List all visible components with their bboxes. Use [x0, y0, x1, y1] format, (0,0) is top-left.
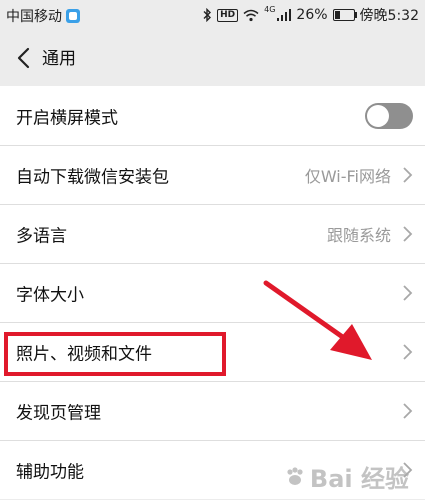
setting-row-discover-management[interactable]: 发现页管理 — [0, 381, 425, 440]
chevron-right-icon — [403, 167, 413, 183]
landscape-mode-toggle[interactable] — [365, 102, 413, 129]
toggle-knob — [367, 104, 389, 127]
setting-label: 辅助功能 — [16, 462, 84, 483]
chevron-right-icon — [403, 344, 413, 360]
status-right: HD 4G 26% 傍晚5:32 — [202, 5, 419, 25]
chevron-right-icon — [403, 462, 413, 478]
chevron-right-icon — [403, 403, 413, 419]
settings-list: 开启横屏模式 自动下载微信安装包 仅Wi-Fi网络 多语言 跟随系统 字体大小 — [0, 86, 425, 499]
setting-row-landscape-mode[interactable]: 开启横屏模式 — [0, 86, 425, 145]
status-time: 傍晚5:32 — [359, 8, 419, 24]
carrier-app-icon — [66, 9, 80, 23]
page-title: 通用 — [42, 49, 76, 69]
setting-value: 跟随系统 — [326, 226, 391, 245]
hd-badge: HD — [217, 8, 239, 22]
screen: 中国移动 HD 4G 26% 傍晚5:32 通用 开启横屏模式 自动下载微信安装… — [0, 0, 425, 500]
setting-label: 字体大小 — [16, 285, 84, 306]
battery-icon — [332, 9, 357, 21]
bluetooth-icon — [203, 8, 212, 22]
setting-row-font-size[interactable]: 字体大小 — [0, 263, 425, 322]
setting-row-auto-download[interactable]: 自动下载微信安装包 仅Wi-Fi网络 — [0, 145, 425, 204]
setting-label: 开启横屏模式 — [16, 108, 118, 128]
nav-header: 通用 — [0, 30, 425, 86]
setting-label: 多语言 — [16, 226, 67, 247]
setting-label: 自动下载微信安装包 — [16, 167, 169, 188]
chevron-right-icon — [403, 226, 413, 242]
setting-row-accessibility[interactable]: 辅助功能 — [0, 440, 425, 499]
status-left: 中国移动 — [6, 6, 80, 26]
setting-label: 照片、视频和文件 — [16, 344, 152, 365]
carrier-name: 中国移动 — [6, 9, 62, 25]
status-bar: 中国移动 HD 4G 26% 傍晚5:32 — [0, 0, 425, 30]
setting-row-language[interactable]: 多语言 跟随系统 — [0, 204, 425, 263]
chevron-right-icon — [403, 285, 413, 301]
setting-row-photos-videos-files[interactable]: 照片、视频和文件 — [0, 322, 425, 381]
setting-label: 发现页管理 — [16, 403, 101, 424]
wifi-icon — [243, 9, 259, 21]
setting-value: 仅Wi-Fi网络 — [304, 167, 391, 186]
battery-fill — [334, 11, 340, 19]
battery-percent: 26% — [296, 7, 328, 23]
network-type: 4G — [264, 5, 276, 14]
back-arrow-icon[interactable] — [14, 46, 36, 70]
signal-icon — [277, 9, 292, 21]
